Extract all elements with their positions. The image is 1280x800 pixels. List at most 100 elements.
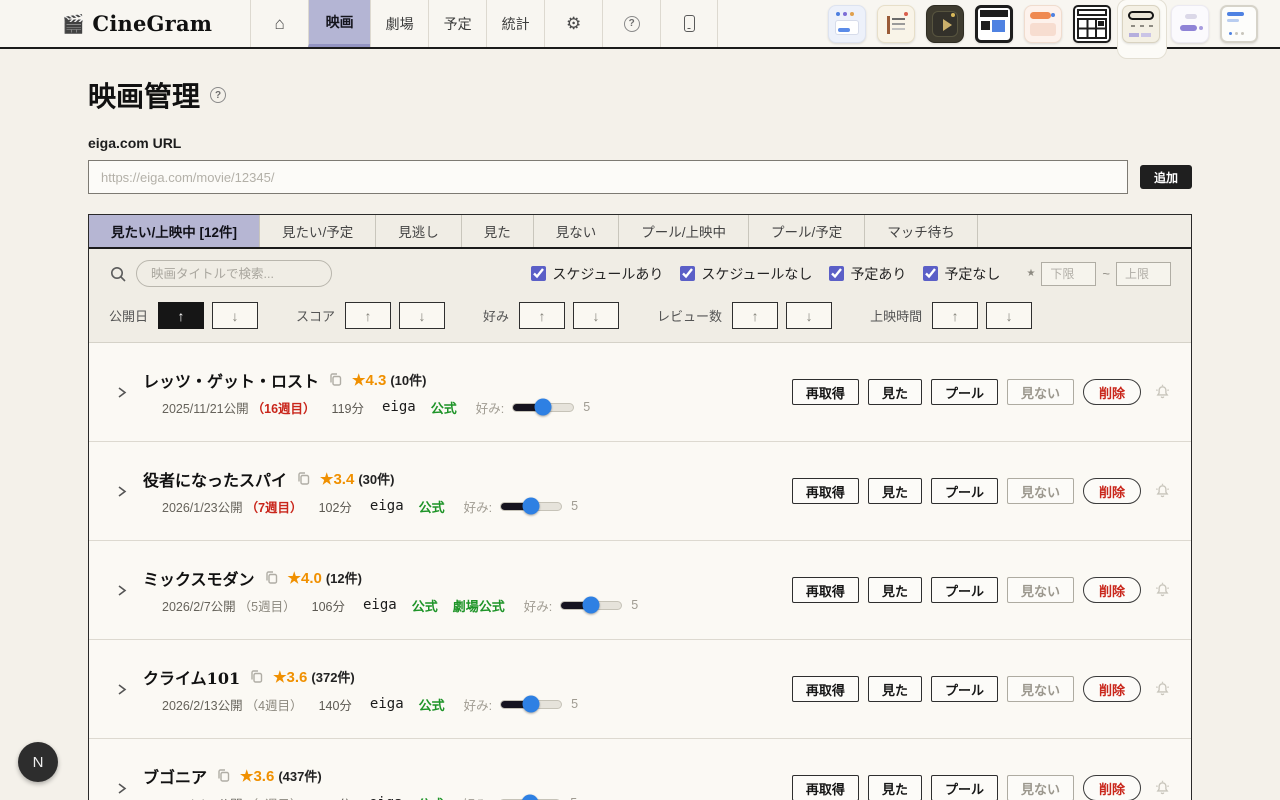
plan-no-checkbox[interactable] [923, 266, 939, 281]
pool-button[interactable]: プール [930, 676, 998, 702]
tab-watched[interactable]: 見た [462, 215, 534, 247]
expand-chevron-icon[interactable] [115, 583, 128, 598]
refetch-button[interactable]: 再取得 [791, 379, 859, 405]
checkbox-schedule-no[interactable]: スケジュールなし [680, 264, 812, 284]
table-app-icon-selected[interactable] [1117, 0, 1167, 59]
pool-button[interactable]: プール [930, 775, 998, 800]
bell-notification-icon[interactable] [1154, 681, 1171, 698]
nav-item-theaters[interactable]: 劇場 [370, 0, 428, 47]
bell-notification-icon[interactable] [1154, 483, 1171, 500]
slider-thumb[interactable] [522, 497, 540, 515]
rating-min-input[interactable] [1041, 261, 1097, 286]
checkbox-plan-no[interactable]: 予定なし [923, 264, 1000, 284]
bell-notification-icon[interactable] [1154, 582, 1171, 599]
sort-score-desc-button[interactable]: ↓ [399, 302, 446, 329]
official-site-link[interactable]: 公式 [419, 497, 445, 516]
tab-pool-upcoming[interactable]: プール/予定 [749, 215, 866, 247]
eiga-link[interactable]: eiga [369, 795, 403, 800]
checkbox-schedule-yes[interactable]: スケジュールあり [531, 264, 663, 284]
theater-official-link[interactable]: 劇場公式 [453, 596, 505, 615]
refetch-button[interactable]: 再取得 [791, 577, 859, 603]
app-logo[interactable]: 🎬 CineGram [62, 0, 212, 47]
title-search-input[interactable] [136, 260, 332, 287]
eiga-link[interactable]: eiga [363, 597, 397, 613]
expand-chevron-icon[interactable] [115, 484, 128, 499]
tab-pool-now-showing[interactable]: プール/上映中 [619, 215, 750, 247]
slider-thumb[interactable] [522, 695, 540, 713]
skip-button[interactable]: 見ない [1006, 577, 1074, 603]
delete-button[interactable]: 削除 [1082, 379, 1141, 405]
preference-slider[interactable] [512, 398, 575, 416]
copy-icon[interactable] [264, 570, 279, 585]
copy-icon[interactable] [296, 471, 311, 486]
skip-button[interactable]: 見ない [1006, 478, 1074, 504]
notes-app-icon[interactable] [877, 4, 915, 43]
delete-button[interactable]: 削除 [1082, 676, 1141, 702]
nav-item-schedule[interactable]: 予定 [428, 0, 486, 47]
sort-release-desc-button[interactable]: ↓ [212, 302, 259, 329]
official-site-link[interactable]: 公式 [419, 695, 445, 714]
copy-icon[interactable] [328, 372, 343, 387]
checkbox-plan-yes[interactable]: 予定あり [829, 264, 906, 284]
official-site-link[interactable]: 公式 [431, 398, 457, 417]
title-help-icon[interactable]: ? [210, 87, 227, 103]
copy-icon[interactable] [249, 669, 264, 684]
official-site-link[interactable]: 公式 [418, 794, 444, 800]
slider-thumb[interactable] [534, 398, 552, 416]
bell-notification-icon[interactable] [1154, 384, 1171, 401]
pool-button[interactable]: プール [930, 577, 998, 603]
refetch-button[interactable]: 再取得 [791, 676, 859, 702]
tab-want-now-showing[interactable]: 見たい/上映中 [12件] [89, 215, 261, 247]
sort-runtime-asc-button[interactable]: ↑ [932, 302, 979, 329]
mobile-icon[interactable] [660, 0, 719, 47]
sort-reviews-desc-button[interactable]: ↓ [786, 302, 833, 329]
sort-preference-desc-button[interactable]: ↓ [573, 302, 620, 329]
tasks-app-icon[interactable] [1171, 4, 1209, 43]
tab-missed[interactable]: 見逃し [376, 215, 462, 247]
watched-button[interactable]: 見た [867, 478, 922, 504]
widgets-app-icon[interactable] [828, 4, 866, 43]
delete-button[interactable]: 削除 [1082, 478, 1141, 504]
skip-button[interactable]: 見ない [1006, 775, 1074, 800]
sort-preference-asc-button[interactable]: ↑ [519, 302, 566, 329]
watched-button[interactable]: 見た [867, 577, 922, 603]
sort-reviews-asc-button[interactable]: ↑ [732, 302, 779, 329]
refetch-button[interactable]: 再取得 [791, 478, 859, 504]
delete-button[interactable]: 削除 [1082, 577, 1141, 603]
nav-item-movies[interactable]: 映画 [308, 0, 371, 47]
slider-thumb[interactable] [521, 794, 539, 800]
preference-slider[interactable] [560, 596, 623, 614]
help-icon[interactable]: ? [602, 0, 660, 47]
fab-n-button[interactable]: N [18, 742, 58, 782]
expand-chevron-icon[interactable] [115, 385, 128, 400]
movie-url-input[interactable] [88, 160, 1128, 194]
add-movie-button[interactable]: 追加 [1139, 165, 1192, 189]
tab-match-waiting[interactable]: マッチ待ち [865, 215, 978, 247]
watched-button[interactable]: 見た [867, 379, 922, 405]
watched-button[interactable]: 見た [867, 775, 922, 800]
layout-app-icon[interactable] [975, 4, 1013, 43]
browser-app-icon[interactable] [1024, 4, 1062, 43]
expand-chevron-icon[interactable] [115, 682, 128, 697]
video-player-app-icon[interactable] [926, 4, 964, 43]
schedule-no-checkbox[interactable] [680, 266, 696, 281]
rating-max-input[interactable] [1116, 261, 1171, 286]
eiga-link[interactable]: eiga [370, 498, 404, 514]
refetch-button[interactable]: 再取得 [791, 775, 859, 800]
pool-button[interactable]: プール [930, 478, 998, 504]
delete-button[interactable]: 削除 [1082, 775, 1141, 800]
official-site-link[interactable]: 公式 [412, 596, 438, 615]
eiga-link[interactable]: eiga [382, 399, 416, 415]
plan-yes-checkbox[interactable] [829, 266, 845, 281]
mobile-app-icon[interactable] [1220, 4, 1258, 43]
schedule-yes-checkbox[interactable] [531, 266, 547, 281]
sort-release-asc-button[interactable]: ↑ [158, 302, 205, 329]
spreadsheet-app-icon[interactable] [1073, 4, 1111, 43]
copy-icon[interactable] [216, 768, 231, 783]
eiga-link[interactable]: eiga [370, 696, 404, 712]
skip-button[interactable]: 見ない [1006, 676, 1074, 702]
tab-want-upcoming[interactable]: 見たい/予定 [260, 215, 377, 247]
slider-thumb[interactable] [582, 596, 600, 614]
bell-notification-icon[interactable] [1154, 780, 1171, 797]
preference-slider[interactable] [500, 497, 563, 515]
